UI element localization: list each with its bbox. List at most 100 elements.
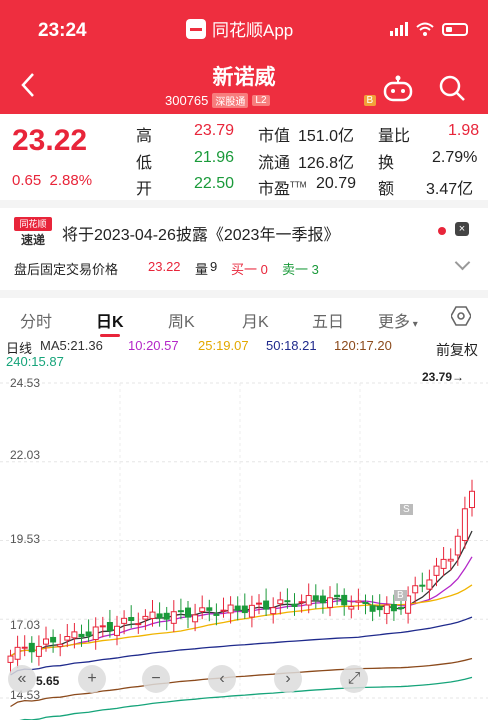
close-icon[interactable]: × [455, 222, 469, 236]
candle-body [369, 605, 376, 612]
candle-body [106, 621, 113, 632]
stat-label-low: 低 [136, 155, 153, 172]
high-price-marker: 23.79→ [422, 370, 465, 384]
y-tick-label: 17.03 [10, 618, 41, 632]
candle-body [390, 604, 397, 612]
candle-body [440, 558, 447, 569]
after-hours-row[interactable]: 盘后固定交易价格 23.22 量 9 买一 0 卖一 3 [0, 252, 488, 282]
announcement-bar[interactable]: 同花顺 速递 将于2023-04-26披露《2023年一季报》 × [0, 200, 488, 256]
stat-value-amount: 3.47亿 [426, 181, 474, 198]
header-bar: 23:24 同花顺App 新诺威 300765 深股通 L2 B [0, 0, 488, 114]
candle-body [135, 623, 142, 626]
candle-body [234, 605, 241, 611]
status-time: 23:24 [38, 20, 87, 41]
candle-body [192, 614, 199, 623]
ths-express-logo: 同花顺 速递 [14, 217, 52, 247]
ma5-value: MA5:21.36 [40, 338, 103, 353]
candle-body [128, 617, 135, 621]
zoom-in-button[interactable]: + [78, 665, 106, 693]
stat-value-volratio: 1.98 [448, 122, 480, 139]
candle-body [99, 625, 106, 628]
wifi-icon [416, 22, 434, 36]
stat-label-volratio: 量比 [378, 128, 411, 145]
logo-bottom-text: 速递 [20, 233, 45, 247]
candle-body [21, 646, 28, 649]
scroll-start-button[interactable]: « [8, 665, 36, 693]
candle-body [426, 579, 433, 590]
candle-body [248, 604, 255, 618]
candle-body [14, 646, 21, 660]
candle-body [412, 585, 419, 594]
y-tick-label: 22.03 [10, 448, 41, 462]
search-icon[interactable] [438, 74, 466, 102]
ma25-value: 25:19.07 [198, 338, 249, 353]
stat-value-open: 22.50 [194, 175, 235, 192]
stock-subline: 300765 深股通 L2 B [165, 93, 377, 108]
change-percent: 2.88% [49, 172, 93, 189]
ma240-value: 240:15.87 [6, 354, 64, 369]
battery-icon [442, 22, 468, 36]
adjust-mode-button[interactable]: 前复权 [436, 340, 478, 360]
current-price: 23.22 [12, 124, 88, 157]
period-tabs: 分时 日K 周K 月K 五日 更多 ▾ [0, 290, 488, 338]
candle-body [220, 609, 227, 612]
candle-body [7, 655, 14, 663]
candle-body [419, 584, 426, 587]
candle-body [327, 597, 333, 608]
zoom-out-button[interactable]: − [142, 665, 170, 693]
stat-label-mktcap: 市值 [258, 128, 291, 145]
candle-body [177, 610, 184, 613]
candle-body [227, 604, 234, 614]
candle-body [185, 607, 191, 618]
app-name: 同花顺App [212, 21, 294, 40]
candle-body [241, 605, 248, 614]
after-hours-buy: 买一 0 [231, 262, 268, 277]
candle-body [454, 535, 461, 556]
candle-body [469, 490, 475, 509]
tab-monthly-k[interactable]: 月K [242, 308, 269, 332]
settings-icon[interactable] [451, 306, 471, 326]
after-hours-label: 盘后固定交易价格 [14, 262, 119, 277]
tab-five-day[interactable]: 五日 [312, 308, 344, 332]
candle-body [348, 606, 355, 610]
candle-body [121, 617, 128, 624]
stat-value-float: 126.8亿 [298, 155, 355, 172]
candle-body [341, 594, 348, 606]
after-hours-sell: 卖一 3 [282, 262, 319, 277]
scroll-right-button[interactable]: › [274, 665, 302, 693]
candle-body [78, 633, 85, 638]
candle-body [334, 594, 341, 598]
stat-value-turnover: 2.79% [432, 149, 478, 166]
stat-label-pe: 市盈TTM [258, 180, 307, 198]
candle-body [298, 601, 305, 604]
pe-ttm-sup: TTM [290, 180, 307, 190]
kline-chart[interactable]: 24.53 22.03 19.53 17.03 14.53 23.79→ 5.6… [0, 368, 488, 725]
stat-label-turnover: 换 [378, 155, 395, 172]
status-icons [390, 22, 468, 36]
stat-value-high: 23.79 [194, 122, 235, 139]
tab-daily-k[interactable]: 日K [96, 308, 124, 332]
candle-body [149, 611, 156, 619]
after-hours-price: 23.22 [148, 259, 181, 274]
app-badge: 同花顺App [186, 16, 293, 41]
y-tick-label: 24.53 [10, 376, 41, 390]
candle-body [263, 600, 270, 610]
stat-label-open: 开 [136, 181, 153, 198]
fullscreen-icon[interactable]: ⤢ [340, 665, 368, 693]
stat-value-pe: 20.79 [316, 175, 357, 192]
tab-more[interactable]: 更多 ▾ [378, 308, 418, 332]
ma50-line [10, 616, 473, 676]
ma50-value: 50:18.21 [266, 338, 317, 353]
candle-body [43, 638, 49, 645]
tab-intraday[interactable]: 分时 [20, 308, 52, 332]
tab-weekly-k[interactable]: 周K [168, 308, 195, 332]
tag-sgt: 深股通 [212, 93, 249, 108]
stat-label-float: 流通 [258, 155, 291, 172]
candle-body [156, 613, 163, 619]
candle-body [57, 643, 64, 647]
candle-body [142, 615, 149, 620]
sell-marker: S [400, 504, 413, 515]
ma10-line [10, 556, 473, 657]
robot-icon[interactable] [382, 74, 414, 102]
scroll-left-button[interactable]: ‹ [208, 665, 236, 693]
